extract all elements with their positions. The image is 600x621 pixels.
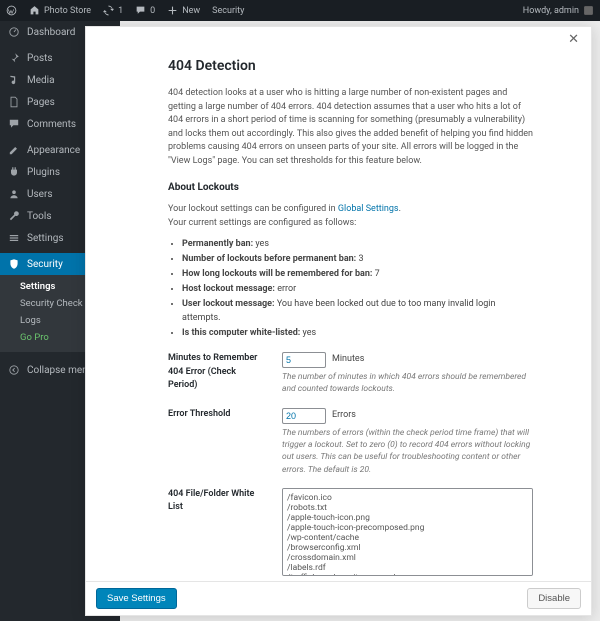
wp-logo[interactable] (0, 0, 23, 21)
minutes-label: Minutes to Remember 404 Error (Check Per… (168, 352, 264, 396)
list-item: Permanently ban: yes (182, 238, 533, 252)
dialog-footer: Save Settings Disable (86, 581, 591, 615)
dashboard-icon (8, 26, 20, 38)
menu-label: Comments (27, 119, 76, 130)
ab-security[interactable]: Security (206, 0, 250, 21)
list-item: Number of lockouts before permanent ban:… (182, 253, 533, 267)
threshold-input[interactable] (282, 408, 326, 424)
whitelist-textarea[interactable] (282, 488, 533, 576)
save-button[interactable]: Save Settings (96, 588, 177, 609)
settings-dialog: ✕ 404 Detection 404 detection looks at a… (85, 26, 592, 616)
comments-count[interactable]: 0 (129, 0, 161, 21)
about-line: Your lockout settings can be configured … (168, 203, 533, 230)
pages-icon (8, 96, 20, 108)
threshold-label: Error Threshold (168, 408, 264, 476)
menu-label: Settings (27, 233, 64, 244)
users-icon (8, 188, 20, 200)
menu-label: Media (27, 75, 55, 86)
menu-label: Pages (27, 97, 55, 108)
lockout-summary-list: Permanently ban: yes Number of lockouts … (168, 238, 533, 340)
collapse-icon (8, 364, 20, 376)
global-settings-link[interactable]: Global Settings (338, 204, 399, 214)
site-name-text: Photo Store (44, 6, 91, 16)
dialog-title: 404 Detection (168, 56, 533, 77)
main-region: ✕ 404 Detection 404 detection looks at a… (120, 21, 600, 621)
list-item: User lockout message: You have been lock… (182, 298, 533, 325)
field-threshold: Error Threshold Errors The numbers of er… (168, 408, 533, 476)
settings-icon (8, 232, 20, 244)
site-name[interactable]: Photo Store (23, 0, 97, 21)
dialog-body: 404 Detection 404 detection looks at a u… (86, 52, 591, 581)
list-item: Is this computer white-listed: yes (182, 327, 533, 341)
admin-bar: Photo Store 1 0 New Security Howdy, admi… (0, 0, 600, 21)
list-item: How long lockouts will be remembered for… (182, 268, 533, 282)
close-button[interactable]: ✕ (562, 30, 585, 49)
menu-label: Users (27, 189, 53, 200)
minutes-desc: The number of minutes in which 404 error… (282, 371, 533, 396)
menu-label: Posts (27, 53, 53, 64)
shield-icon (8, 258, 20, 270)
about-heading: About Lockouts (168, 180, 533, 195)
tools-icon (8, 210, 20, 222)
plugins-icon (8, 166, 20, 178)
field-minutes: Minutes to Remember 404 Error (Check Per… (168, 352, 533, 396)
dialog-header: ✕ (86, 27, 591, 52)
minutes-input[interactable] (282, 352, 326, 368)
field-whitelist: 404 File/Folder White List Use the white… (168, 488, 533, 581)
pin-icon (8, 52, 20, 64)
menu-label: Security (27, 259, 63, 270)
threshold-unit: Errors (332, 409, 356, 423)
new-content[interactable]: New (161, 0, 206, 21)
threshold-desc: The numbers of errors (within the check … (282, 427, 533, 476)
menu-label: Appearance (27, 145, 80, 156)
menu-label: Plugins (27, 167, 60, 178)
disable-button[interactable]: Disable (527, 588, 581, 609)
comments-icon (8, 118, 20, 130)
whitelist-label: 404 File/Folder White List (168, 488, 264, 581)
menu-label: Tools (27, 211, 51, 222)
media-icon (8, 74, 20, 86)
updates[interactable]: 1 (97, 0, 129, 21)
avatar-icon (583, 5, 594, 16)
minutes-unit: Minutes (332, 353, 364, 367)
list-item: Host lockout message: error (182, 283, 533, 297)
howdy[interactable]: Howdy, admin (517, 0, 600, 21)
dialog-intro: 404 detection looks at a user who is hit… (168, 87, 533, 168)
appearance-icon (8, 144, 20, 156)
menu-label: Dashboard (27, 27, 75, 38)
